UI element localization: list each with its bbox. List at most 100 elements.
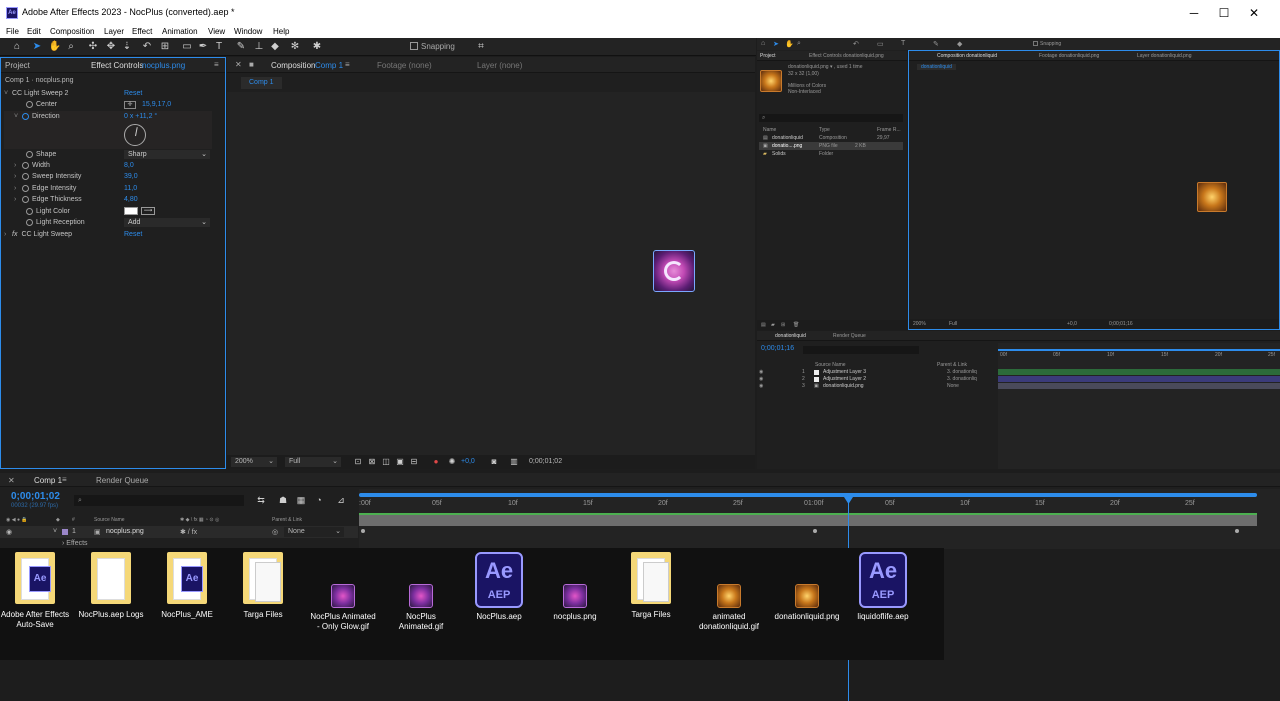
- comp-breadcrumb[interactable]: Comp 1: [241, 77, 282, 89]
- show-snapshot-icon[interactable]: ▥: [507, 455, 521, 469]
- new-comp-icon[interactable]: ⊞: [781, 322, 785, 328]
- menu-file[interactable]: File: [6, 26, 19, 38]
- exposure-value[interactable]: +0,0: [461, 458, 475, 465]
- menu-edit[interactable]: Edit: [27, 26, 41, 38]
- timeline-tracks[interactable]: :00f 05f 10f 15f 20f 25f 01:00f 05f 10f …: [359, 489, 1280, 701]
- tab-layer[interactable]: Layer donationliquid.png: [1137, 53, 1192, 59]
- frame-blending-icon[interactable]: ▦: [294, 493, 308, 507]
- layer-switches[interactable]: ✱ / fx: [180, 528, 197, 536]
- file-item[interactable]: nocplus.png: [540, 552, 610, 622]
- param-edge-intensity-value[interactable]: 11,0: [124, 183, 137, 194]
- resolution-select[interactable]: Full ⌄: [285, 457, 341, 467]
- project-row[interactable]: ▰ Solids Folder: [759, 150, 903, 158]
- layer-duration-bar[interactable]: [359, 515, 1257, 526]
- interpret-icon[interactable]: ▤: [761, 322, 766, 328]
- snapshot-icon[interactable]: ◙: [487, 455, 501, 469]
- mask-icon[interactable]: ◫: [379, 455, 393, 469]
- layer-bar[interactable]: [998, 369, 1280, 375]
- resolution-select[interactable]: Full: [949, 321, 957, 327]
- crosshair-icon[interactable]: ✛: [124, 101, 136, 109]
- timeline-timecode[interactable]: 0;00;01;02: [11, 491, 60, 502]
- project-row[interactable]: ▤ donationliquid Composition 29,97: [759, 134, 903, 142]
- eyedropper-icon[interactable]: ⟿: [141, 207, 155, 215]
- anchor-tool-icon[interactable]: ⊞: [158, 40, 172, 54]
- file-item[interactable]: donationliquid.png: [772, 552, 842, 622]
- layer-bar[interactable]: [998, 376, 1280, 382]
- work-area-bar[interactable]: [359, 493, 1257, 497]
- layer-row[interactable]: ◉ 1 Adjustment Layer 3 3. donationliq: [757, 369, 997, 376]
- effect-reset[interactable]: Reset: [124, 88, 142, 99]
- twirl-icon[interactable]: ˅: [53, 528, 57, 535]
- selection-tool-icon[interactable]: ➤: [773, 40, 779, 48]
- hand-tool-icon[interactable]: ✋: [785, 40, 794, 48]
- col-name[interactable]: Name: [763, 127, 776, 133]
- menu-window[interactable]: Window: [234, 26, 262, 38]
- text-tool-icon[interactable]: T: [212, 40, 226, 54]
- layer-row[interactable]: ◉ ˅ 1 ▣ nocplus.png ✱ / fx ◎ None ⌄: [0, 526, 358, 538]
- eraser-tool-icon[interactable]: ◆: [268, 40, 282, 54]
- file-item[interactable]: animated donationliquid.gif: [694, 552, 764, 632]
- stopwatch-icon[interactable]: [26, 218, 33, 226]
- motion-blur-icon[interactable]: ◔: [312, 493, 326, 507]
- zoom-select[interactable]: 200% ⌄: [231, 457, 277, 467]
- work-area-bar[interactable]: [998, 349, 1280, 351]
- tab-project[interactable]: Project: [760, 53, 776, 59]
- tab-effect-controls[interactable]: Effect Controls: [91, 61, 143, 70]
- project-row-selected[interactable]: ▣ donatio....png PNG file 2 KB: [759, 142, 903, 150]
- stopwatch-icon[interactable]: [22, 161, 29, 169]
- stopwatch-icon[interactable]: [22, 184, 29, 192]
- layer-bar[interactable]: [998, 383, 1280, 389]
- timeline-search-input[interactable]: [803, 346, 919, 354]
- puppet-tool-icon[interactable]: ✱: [310, 40, 324, 54]
- snapping-checkbox[interactable]: [410, 42, 418, 50]
- param-edge-thickness-value[interactable]: 4,80: [124, 194, 138, 205]
- parent-select[interactable]: None ⌄: [284, 527, 344, 537]
- layer-row[interactable]: ◉ 2 Adjustment Layer 2 3. donationliq: [757, 376, 997, 383]
- keyframe[interactable]: [1235, 529, 1239, 533]
- new-folder-icon[interactable]: ▰: [771, 322, 775, 328]
- menu-layer[interactable]: Layer: [104, 26, 124, 38]
- keyframe[interactable]: [813, 529, 817, 533]
- close-tab-icon[interactable]: ✕: [235, 60, 242, 69]
- layer-name[interactable]: nocplus.png: [106, 528, 144, 535]
- light-color-swatch[interactable]: [124, 207, 138, 215]
- rotate-tool-icon[interactable]: ↶: [853, 40, 859, 48]
- channel-icon[interactable]: ⊟: [407, 455, 421, 469]
- roto-tool-icon[interactable]: ✻: [288, 40, 302, 54]
- menu-composition[interactable]: Composition: [50, 26, 94, 38]
- eye-icon[interactable]: ◉: [759, 376, 763, 382]
- pen-tool-icon[interactable]: ✒: [196, 40, 210, 54]
- menu-icon[interactable]: ≡: [345, 60, 350, 69]
- keyframe[interactable]: [361, 529, 365, 533]
- close-button[interactable]: ✕: [1240, 4, 1268, 22]
- lock-icon[interactable]: ■: [249, 60, 254, 69]
- tab-render-queue[interactable]: Render Queue: [96, 476, 148, 485]
- comp-timecode[interactable]: 0;00;01;02: [529, 458, 562, 465]
- region-icon[interactable]: ⊡: [351, 455, 365, 469]
- timeline-timecode[interactable]: 0;00;01;16: [761, 345, 794, 352]
- donationliquid-preview[interactable]: [1197, 182, 1227, 212]
- zoom-tool-icon[interactable]: ⌕: [64, 40, 78, 54]
- tab-composition[interactable]: Composition: [271, 61, 315, 70]
- tab-composition[interactable]: Composition donationliquid: [937, 53, 997, 59]
- orbit-tool-icon[interactable]: ✣: [86, 40, 100, 54]
- tab-footage[interactable]: Footage (none): [377, 61, 432, 70]
- home-icon[interactable]: ⌂: [761, 40, 765, 47]
- eye-icon[interactable]: ◉: [6, 528, 12, 536]
- comp-breadcrumb[interactable]: donationliquid: [917, 64, 956, 70]
- tab-effect-controls[interactable]: Effect Controls donationliquid.png: [809, 53, 884, 59]
- snap-options-icon[interactable]: ⌗: [474, 40, 488, 54]
- comp-timecode[interactable]: 0;00;01;16: [1109, 321, 1133, 327]
- zoom-tool-icon[interactable]: ⌕: [797, 40, 801, 48]
- tab-comp[interactable]: Comp 1: [34, 476, 62, 485]
- stopwatch-icon[interactable]: [26, 100, 33, 108]
- layer-row[interactable]: ◉ 3 ▣ donationliquid.png None: [757, 383, 997, 390]
- eraser-tool-icon[interactable]: ◆: [957, 40, 962, 48]
- col-frame-rate[interactable]: Frame R...: [877, 127, 901, 133]
- rectangle-tool-icon[interactable]: ▭: [180, 40, 194, 54]
- timeline-search-input[interactable]: ⌕: [74, 495, 244, 506]
- stopwatch-icon[interactable]: [22, 172, 29, 180]
- shy-layers-icon[interactable]: ☗: [276, 493, 290, 507]
- zoom-select[interactable]: 200%: [913, 321, 926, 327]
- pan-tool-icon[interactable]: ✥: [104, 40, 118, 54]
